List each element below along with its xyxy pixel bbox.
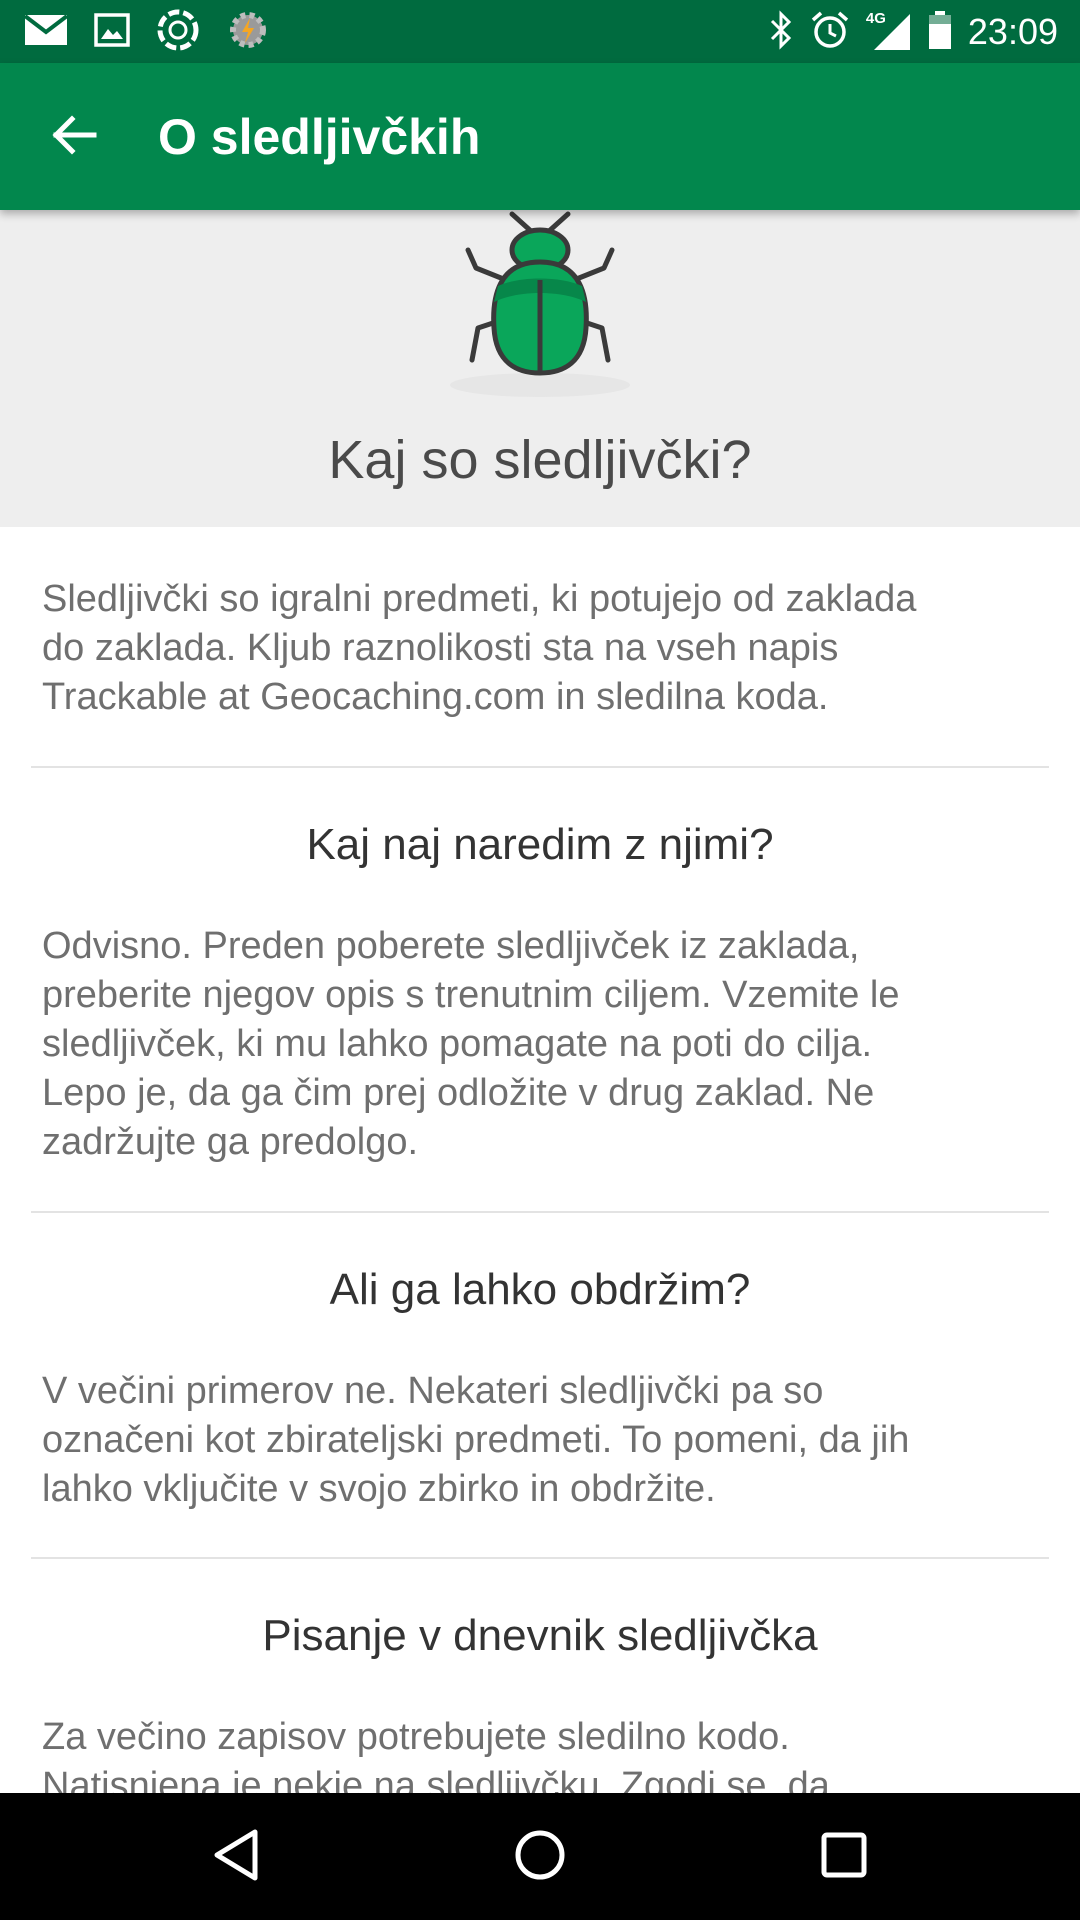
bug-icon <box>440 210 640 400</box>
body-line: V večini primerov ne. Nekateri sledljivč… <box>42 1370 824 1412</box>
body-line: Za večino zapisov potrebujete sledilno k… <box>42 1716 790 1758</box>
aperture-icon <box>156 8 200 57</box>
nav-recents-button[interactable] <box>804 1821 884 1893</box>
clock: 23:09 <box>967 11 1058 52</box>
app-bar: O sledljivčkih <box>0 63 1080 210</box>
hero-title: Kaj so sledljivčki? <box>328 430 752 490</box>
body-line: lahko vključite v svojo zbirko in obdrži… <box>42 1468 716 1510</box>
body-line: sledljivček, ki mu lahko pomagate na pot… <box>42 1023 873 1065</box>
body-line: Odvisno. Preden poberete sledljivček iz … <box>42 925 860 967</box>
status-bar: 4G 23:09 <box>0 0 1080 63</box>
section-heading: Kaj naj naredim z njimi? <box>306 820 774 869</box>
body-line: zadržujte ga predolgo. <box>42 1121 419 1163</box>
section-body: Odvisno. Preden poberete sledljivček iz … <box>42 922 1042 1167</box>
image-icon <box>94 12 130 52</box>
settings-gear-icon <box>226 8 270 57</box>
nav-back-button[interactable] <box>196 1821 276 1893</box>
nav-home-button[interactable] <box>500 1821 580 1893</box>
back-triangle-icon <box>212 1828 260 1887</box>
divider <box>31 1211 1049 1213</box>
recents-square-icon <box>820 1831 868 1884</box>
arrow-back-icon <box>50 111 98 164</box>
body-line: označeni kot zbirateljski predmeti. To p… <box>42 1419 910 1461</box>
hero-header: Kaj so sledljivčki? <box>0 210 1080 527</box>
section-heading: Pisanje v dnevnik sledljivčka <box>262 1611 818 1660</box>
body-line: Natisnjena je nekje na sledljivčku. Zgod… <box>42 1765 830 1793</box>
body-line: Sledljivčki so igralni predmeti, ki potu… <box>42 578 917 620</box>
section-heading: Ali ga lahko obdržim? <box>329 1265 751 1314</box>
navigation-bar <box>0 1793 1080 1920</box>
mail-icon <box>23 13 69 51</box>
alarm-icon <box>810 10 850 55</box>
body-line: do zaklada. Kljub raznolikosti sta na vs… <box>42 627 839 669</box>
system-status-icons: 4G 23:09 <box>768 8 1058 56</box>
body-line: preberite njegov opis s trenutnim ciljem… <box>42 974 900 1016</box>
body-line: Trackable at Geocaching.com in sledilna … <box>42 676 829 718</box>
content-scroll[interactable]: Sledljivčki so igralni predmeti, ki potu… <box>0 527 1080 1793</box>
divider <box>31 766 1049 768</box>
home-circle-icon <box>513 1828 567 1887</box>
section-intro-body: Sledljivčki so igralni predmeti, ki potu… <box>42 575 1042 722</box>
signal-icon: 4G <box>866 10 912 52</box>
divider <box>31 1557 1049 1559</box>
battery-icon <box>928 10 952 55</box>
page-title: O sledljivčkih <box>158 109 481 165</box>
body-line: Lepo je, da ga čim prej odložite v drug … <box>42 1072 875 1114</box>
bluetooth-icon <box>768 9 794 55</box>
notification-icons <box>23 8 270 57</box>
back-button[interactable] <box>44 107 104 167</box>
section-body: Za večino zapisov potrebujete sledilno k… <box>42 1713 1042 1793</box>
section-body: V večini primerov ne. Nekateri sledljivč… <box>42 1367 1042 1514</box>
